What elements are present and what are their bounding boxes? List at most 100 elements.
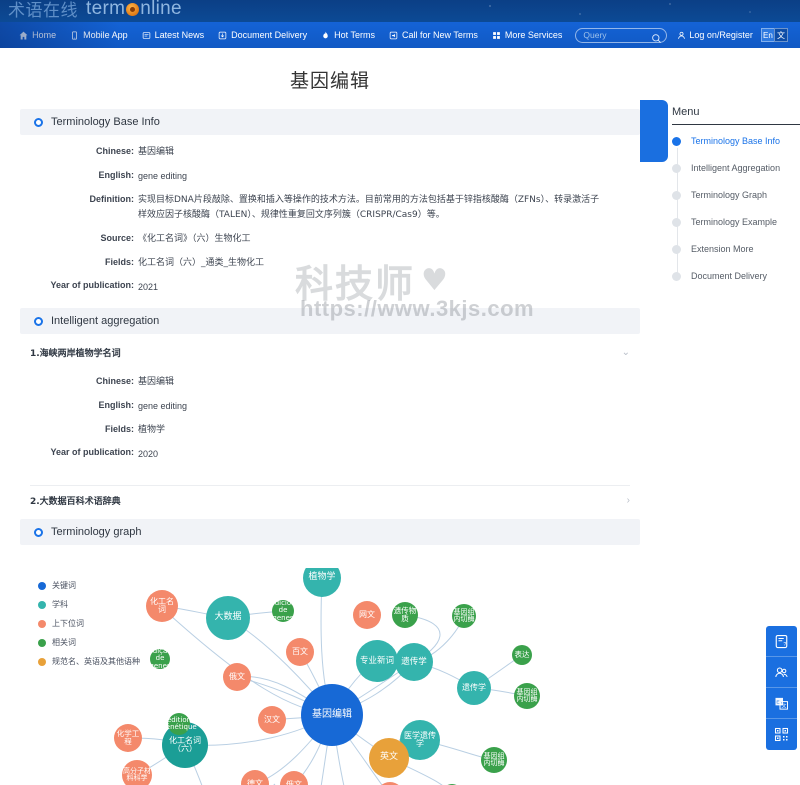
menu-bullet-icon bbox=[672, 245, 681, 254]
graph-node[interactable]: 化工名词 bbox=[146, 590, 178, 622]
graph-node[interactable]: edição de genes bbox=[148, 647, 171, 669]
aggregation-item-1-list: Chinese: 基因编辑 English: gene editing Fiel… bbox=[20, 365, 640, 475]
graph-node-label: 大数据 bbox=[214, 612, 242, 623]
graph-node[interactable]: 遗传物质 bbox=[392, 602, 418, 628]
sidebar-accent-block bbox=[640, 100, 668, 162]
graph-node[interactable]: 俄文 bbox=[223, 663, 251, 691]
legend-dot-languages bbox=[38, 657, 46, 666]
agg-row-chinese: Chinese: 基因编辑 bbox=[20, 375, 640, 390]
info-value-definition: 实现目标DNA片段敲除、置换和插入等操作的技术方法。目前常用的方法包括基于锌指核… bbox=[138, 195, 600, 220]
menu-item-document-delivery[interactable]: Document Delivery bbox=[672, 270, 800, 282]
terminology-graph-canvas[interactable]: 关键词 学科 上下位词 相关词 规范名、英语及其他语种 基因编辑 大数据 植物学 专业… bbox=[20, 568, 640, 785]
graph-node[interactable]: 英文 bbox=[369, 738, 409, 778]
users-icon bbox=[775, 666, 788, 677]
nav-item-mobile-app[interactable]: Mobile App bbox=[63, 30, 135, 40]
graph-node[interactable]: 基因编辑 bbox=[301, 684, 363, 746]
section-header-base-info[interactable]: Terminology Base Info bbox=[20, 109, 640, 135]
graph-node-label: 基因组内切酶 bbox=[483, 751, 505, 767]
menu-item-intelligent-aggregation[interactable]: Intelligent Aggregation bbox=[672, 162, 800, 174]
nav-label-call-for-new-terms: Call for New Terms bbox=[402, 30, 478, 40]
graph-node[interactable]: 表达 bbox=[512, 645, 532, 665]
site-logo[interactable]: 术语在线 term nline bbox=[8, 0, 182, 21]
graph-node[interactable]: 百文 bbox=[286, 638, 314, 666]
graph-node[interactable]: 基因组内切酶 bbox=[481, 747, 507, 773]
aggregation-item-1-title: 1.海峡两岸植物学名词 bbox=[30, 349, 121, 359]
info-key-english: English: bbox=[98, 170, 135, 180]
graph-node[interactable]: 遗传学 bbox=[395, 643, 433, 681]
graph-node[interactable]: 基因组内切酶 bbox=[452, 604, 476, 628]
nav-item-document-delivery[interactable]: Document Delivery bbox=[211, 30, 314, 40]
graph-node-label: 俄文 bbox=[229, 671, 245, 681]
menu-item-terminology-graph[interactable]: Terminology Graph bbox=[672, 189, 800, 201]
nav-item-hot-terms[interactable]: Hot Terms bbox=[314, 30, 382, 40]
nav-item-more-services[interactable]: More Services bbox=[485, 30, 570, 40]
lang-cn-option[interactable]: 文 bbox=[773, 28, 788, 42]
logo-chinese-text: 术语在线 bbox=[8, 1, 78, 21]
page-body: 基因编辑 Terminology Base Info Chinese: 基因编辑… bbox=[0, 48, 800, 785]
login-register-button[interactable]: Log on/Register bbox=[677, 30, 753, 40]
aggregation-item-1-header[interactable]: 1.海峡两岸植物学名词 ⌄ bbox=[20, 342, 640, 365]
graph-node[interactable]: 化学工程 bbox=[114, 724, 142, 752]
menu-label-intelligent-aggregation: Intelligent Aggregation bbox=[691, 163, 781, 173]
info-row-fields: Fields: 化工名词（六）_通类_生物化工 bbox=[20, 256, 640, 271]
menu-item-terminology-base-info[interactable]: Terminology Base Info bbox=[672, 135, 800, 147]
graph-node-label: 基因组内切酶 bbox=[453, 607, 475, 623]
language-switcher[interactable]: En 文 bbox=[760, 28, 788, 42]
graph-node[interactable]: édition génétique bbox=[161, 713, 197, 735]
graph-node[interactable]: 高分子材料科学 bbox=[122, 760, 152, 785]
logo-o-icon bbox=[126, 3, 140, 16]
graph-node-label: 化学工程 bbox=[116, 729, 140, 746]
legend-dot-keyword bbox=[38, 581, 46, 590]
agg-row-english: English: gene editing bbox=[20, 399, 640, 414]
section-title-graph: Terminology graph bbox=[51, 526, 142, 538]
lang-en-option[interactable]: En bbox=[760, 28, 775, 42]
translate-icon: En 文 bbox=[775, 697, 788, 709]
graph-legend: 关键词 学科 上下位词 相关词 规范名、英语及其他语种 bbox=[38, 580, 140, 675]
help-doc-icon: ? bbox=[775, 634, 788, 648]
section-header-aggregation[interactable]: Intelligent aggregation bbox=[20, 308, 640, 334]
agg-value-english: gene editing bbox=[138, 401, 188, 411]
graph-node[interactable]: 大数据 bbox=[206, 596, 250, 640]
section-marker-icon bbox=[34, 316, 43, 326]
legend-item-discipline: 学科 bbox=[38, 599, 140, 610]
graph-node[interactable]: 基因组内切酶 bbox=[514, 683, 540, 709]
search-box[interactable] bbox=[575, 27, 668, 43]
section-header-graph[interactable]: Terminology graph bbox=[20, 519, 640, 545]
contact-users-button[interactable] bbox=[766, 657, 797, 688]
menu-item-terminology-example[interactable]: Terminology Example bbox=[672, 216, 800, 228]
translate-button[interactable]: En 文 bbox=[766, 688, 797, 719]
download-icon bbox=[218, 31, 227, 39]
menu-item-extension-more[interactable]: Extension More bbox=[672, 243, 800, 255]
nav-label-mobile-app: Mobile App bbox=[83, 30, 128, 40]
graph-node[interactable]: 网文 bbox=[353, 601, 381, 629]
graph-node-label: 遗传物质 bbox=[393, 606, 417, 623]
graph-node[interactable]: 专业新词 bbox=[356, 640, 398, 682]
graph-node-label: 英文 bbox=[379, 752, 398, 763]
search-input[interactable] bbox=[581, 29, 652, 41]
chevron-down-icon[interactable]: ⌄ bbox=[622, 347, 630, 358]
nav-item-home[interactable]: Home bbox=[12, 30, 63, 40]
help-doc-button[interactable]: ? bbox=[766, 626, 797, 657]
logo-en-suffix: nline bbox=[140, 0, 182, 19]
nav-items-container: Home Mobile App Latest News Document Del… bbox=[12, 27, 788, 43]
agg-key-english: English: bbox=[98, 400, 135, 410]
agg-key-chinese: Chinese: bbox=[95, 376, 134, 386]
legend-dot-discipline bbox=[38, 600, 46, 609]
aggregation-item-2: 2.大数据百科术语辞典 › bbox=[20, 486, 640, 513]
search-icon[interactable] bbox=[651, 31, 662, 49]
graph-node-label: 化工名词 bbox=[150, 596, 174, 614]
graph-node[interactable]: 汉文 bbox=[258, 706, 286, 734]
menu-bullet-icon bbox=[672, 218, 681, 227]
agg-value-fields: 植物学 bbox=[138, 425, 166, 435]
qrcode-button[interactable] bbox=[766, 719, 797, 750]
graph-node-label: 百文 bbox=[292, 646, 308, 656]
info-value-source: 《化工名词》（六）生物化工 bbox=[138, 234, 251, 244]
chevron-right-icon[interactable]: › bbox=[627, 495, 630, 506]
megaphone-icon bbox=[389, 31, 398, 39]
graph-node[interactable]: 遗传学 bbox=[457, 671, 491, 705]
nav-item-call-for-new-terms[interactable]: Call for New Terms bbox=[382, 30, 485, 40]
nav-item-latest-news[interactable]: Latest News bbox=[135, 30, 212, 40]
graph-node[interactable]: edición de genes bbox=[270, 599, 296, 622]
aggregation-item-2-header[interactable]: 2.大数据百科术语辞典 › bbox=[20, 490, 640, 513]
svg-text:文: 文 bbox=[782, 702, 787, 709]
